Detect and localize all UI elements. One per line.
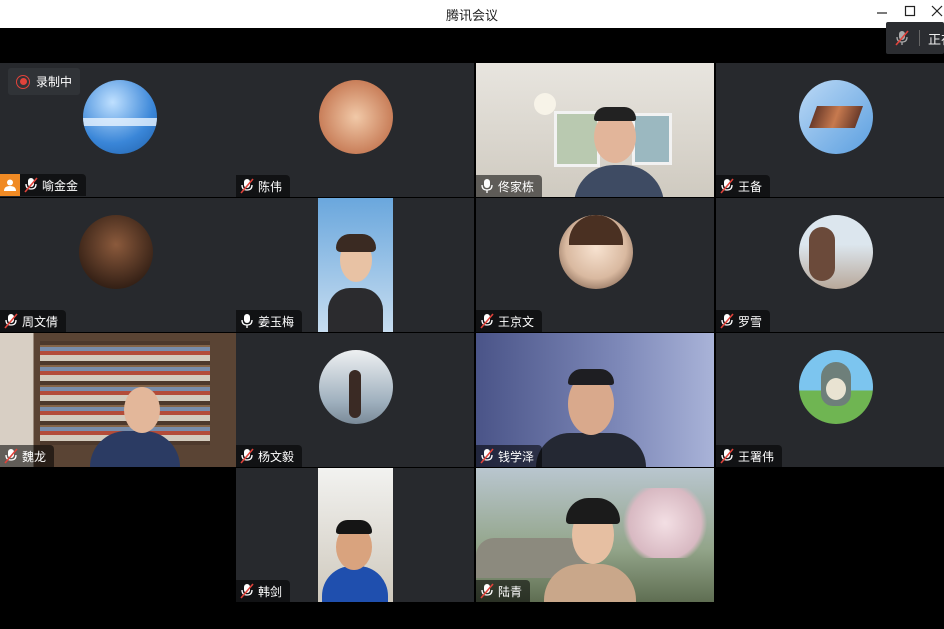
person-hair: [594, 107, 636, 121]
participant-video-tile[interactable]: 钱学泽: [476, 333, 714, 467]
divider: [919, 30, 920, 46]
participant-name-tag: 魏龙: [0, 445, 55, 467]
participant-name-tag: 钱学泽: [476, 445, 543, 467]
participant-name: 姜玉梅: [258, 314, 295, 329]
status-text: 正在: [928, 33, 944, 48]
participant-name: 钱学泽: [498, 449, 535, 464]
cherry-blossom: [616, 488, 714, 558]
mic-muted-icon: [720, 178, 734, 194]
participant-name: 陆青: [498, 584, 523, 599]
background-watermark: [626, 343, 706, 453]
participant-name: 王备: [738, 179, 763, 194]
participant-name: 魏龙: [22, 449, 47, 464]
mic-icon: [241, 314, 253, 328]
window-titlebar: 腾讯会议: [0, 0, 944, 28]
participant-name: 杨文毅: [258, 449, 295, 464]
participant-name-tag: 姜玉梅: [236, 310, 303, 332]
avatar: [319, 80, 393, 154]
participant-tile[interactable]: 罗雪: [716, 198, 944, 332]
participant-name: 喻金金: [42, 178, 79, 193]
person-hair: [336, 234, 376, 252]
person-body: [536, 433, 646, 467]
avatar: [83, 80, 157, 154]
avatar: [319, 350, 393, 424]
avatar: [799, 350, 873, 424]
minimize-button[interactable]: [872, 4, 892, 24]
participant-tile[interactable]: 王京文: [476, 198, 714, 332]
participant-name-tag: 王署伟: [716, 445, 783, 467]
mic-muted-icon: [4, 448, 18, 464]
mic-muted-icon: [240, 448, 254, 464]
mic-muted-icon: [240, 583, 254, 599]
participant-name-tag: 王京文: [476, 310, 543, 332]
participant-tile[interactable]: 王署伟: [716, 333, 944, 467]
mic-muted-icon: [895, 30, 909, 46]
mic-muted-icon: [240, 178, 254, 194]
participant-tile[interactable]: 陈伟: [236, 63, 474, 197]
participant-video-tile[interactable]: 陆青: [476, 468, 714, 602]
participant-name-tag: 周文倩: [0, 310, 67, 332]
participant-name: 陈伟: [258, 179, 283, 194]
maximize-icon: [904, 5, 916, 17]
recording-indicator[interactable]: 录制中: [8, 68, 81, 95]
participant-name-tag: 陆青: [476, 580, 531, 602]
speaking-status-panel[interactable]: 正在: [886, 22, 944, 54]
avatar: [799, 215, 873, 289]
minimize-icon: [877, 12, 887, 14]
participant-name: 韩剑: [258, 584, 283, 599]
participant-tile[interactable]: 周文倩: [0, 198, 238, 332]
record-icon: [16, 74, 30, 89]
participant-name-tag: 韩剑: [236, 580, 291, 602]
participant-video-tile[interactable]: 魏龙: [0, 333, 238, 467]
mic-muted-icon: [480, 313, 494, 329]
participant-video-tile[interactable]: 姜玉梅: [236, 198, 474, 332]
person-face: [124, 387, 160, 433]
participant-name: 佟家栋: [498, 179, 535, 194]
close-icon: [931, 5, 943, 17]
participant-name: 王署伟: [738, 449, 775, 464]
participant-name: 周文倩: [22, 314, 59, 329]
participant-name-tag: 陈伟: [236, 175, 291, 197]
maximize-button[interactable]: [900, 4, 920, 24]
mic-muted-icon: [480, 448, 494, 464]
mic-icon: [481, 179, 493, 193]
participant-tile[interactable]: 王备: [716, 63, 944, 197]
participant-name: 罗雪: [738, 314, 763, 329]
participant-tile[interactable]: 杨文毅: [236, 333, 474, 467]
close-button[interactable]: [927, 4, 944, 24]
person-body: [328, 288, 383, 332]
recording-label: 录制中: [36, 75, 73, 89]
avatar: [799, 80, 873, 154]
participant-name-tag: 杨文毅: [236, 445, 303, 467]
participant-name-tag: 王备: [716, 175, 771, 197]
avatar: [79, 215, 153, 289]
mic-muted-icon: [480, 583, 494, 599]
person-hair: [568, 369, 614, 385]
participant-name-tag: 佟家栋: [476, 175, 543, 197]
lamp: [534, 93, 556, 115]
window-title: 腾讯会议: [445, 9, 498, 24]
wall-painting: [632, 113, 672, 165]
mic-muted-icon: [24, 177, 38, 193]
participant-name-tag: 喻金金: [0, 174, 87, 196]
host-icon: [0, 174, 20, 196]
participant-video-tile[interactable]: 韩剑: [236, 468, 474, 602]
bookshelf: [40, 341, 210, 445]
mic-muted-icon: [720, 448, 734, 464]
participant-video-tile[interactable]: 佟家栋: [476, 63, 714, 197]
participant-name-tag: 罗雪: [716, 310, 771, 332]
avatar: [559, 215, 633, 289]
mic-muted-icon: [720, 313, 734, 329]
participant-name: 王京文: [498, 314, 535, 329]
mic-muted-icon: [4, 313, 18, 329]
person-hair: [336, 520, 372, 534]
